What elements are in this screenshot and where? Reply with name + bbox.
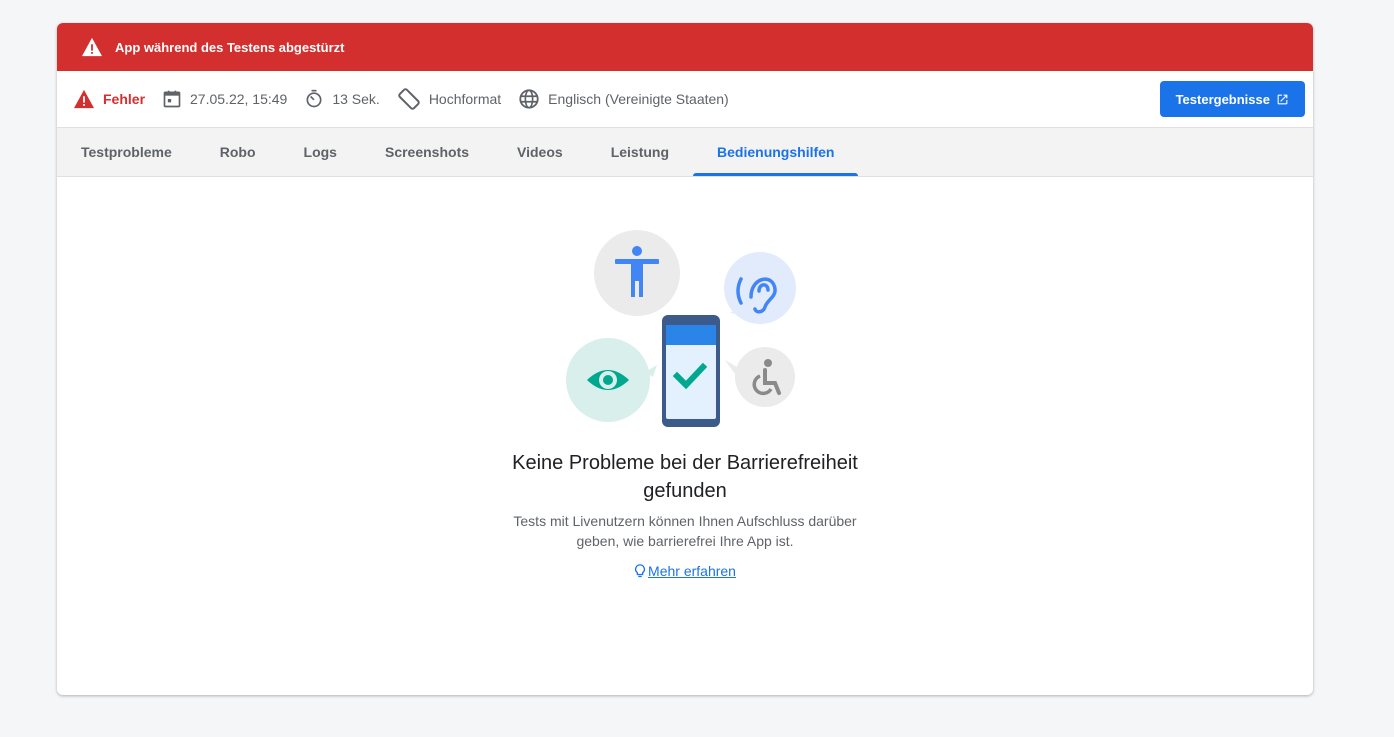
- tab-logs[interactable]: Logs: [280, 128, 361, 176]
- phone-icon: [662, 315, 720, 427]
- tab-testprobleme[interactable]: Testprobleme: [57, 128, 196, 176]
- timer-icon: [306, 89, 322, 108]
- status-text: Fehler: [103, 91, 146, 107]
- status-badge: Fehler: [73, 89, 145, 109]
- result-tabs: Testprobleme Robo Logs Screenshots Video…: [57, 128, 1313, 177]
- test-results-label: Testergebnisse: [1175, 91, 1270, 107]
- test-results-button[interactable]: Testergebnisse: [1159, 81, 1305, 117]
- test-locale: Englisch (Vereinigte Staaten): [518, 88, 729, 110]
- globe-icon: [519, 89, 539, 109]
- tab-leistung[interactable]: Leistung: [587, 128, 693, 176]
- test-meta-bar: Fehler 27.05.22, 15:49 13 Sek. Hochforma…: [57, 71, 1313, 128]
- duration-text: 13 Sek.: [332, 91, 380, 107]
- learn-more-link[interactable]: Mehr erfahren: [634, 563, 736, 579]
- locale-text: Englisch (Vereinigte Staaten): [548, 91, 729, 107]
- tab-robo[interactable]: Robo: [196, 128, 280, 176]
- empty-state-heading: Keine Probleme bei der Barrierefreiheit …: [512, 452, 858, 502]
- empty-state-description: Tests mit Livenutzern können Ihnen Aufsc…: [513, 513, 857, 549]
- screen-rotation-icon: [398, 88, 420, 110]
- warning-icon: [82, 37, 102, 57]
- accessibility-illustration: [566, 230, 796, 427]
- test-datetime: 27.05.22, 15:49: [162, 89, 287, 109]
- tab-videos[interactable]: Videos: [493, 128, 587, 176]
- test-result-card: App während des Testens abgestürzt Fehle…: [57, 23, 1313, 695]
- learn-more-label: Mehr erfahren: [648, 563, 736, 579]
- datetime-text: 27.05.22, 15:49: [190, 91, 288, 107]
- crash-banner-text: App während des Testens abgestürzt: [115, 39, 345, 55]
- test-duration: 13 Sek.: [304, 89, 380, 109]
- orientation-text: Hochformat: [428, 91, 502, 107]
- crash-banner: App während des Testens abgestürzt: [57, 23, 1313, 71]
- error-icon: [74, 89, 94, 109]
- calendar-icon: [163, 90, 181, 108]
- test-orientation: Hochformat: [397, 87, 501, 111]
- empty-state: Keine Probleme bei der Barrierefreiheit …: [57, 177, 1313, 579]
- lightbulb-icon: [635, 564, 646, 578]
- tab-bedienungshilfen[interactable]: Bedienungshilfen: [693, 128, 859, 176]
- open-in-new-icon: [1277, 94, 1288, 104]
- tab-screenshots[interactable]: Screenshots: [361, 128, 493, 176]
